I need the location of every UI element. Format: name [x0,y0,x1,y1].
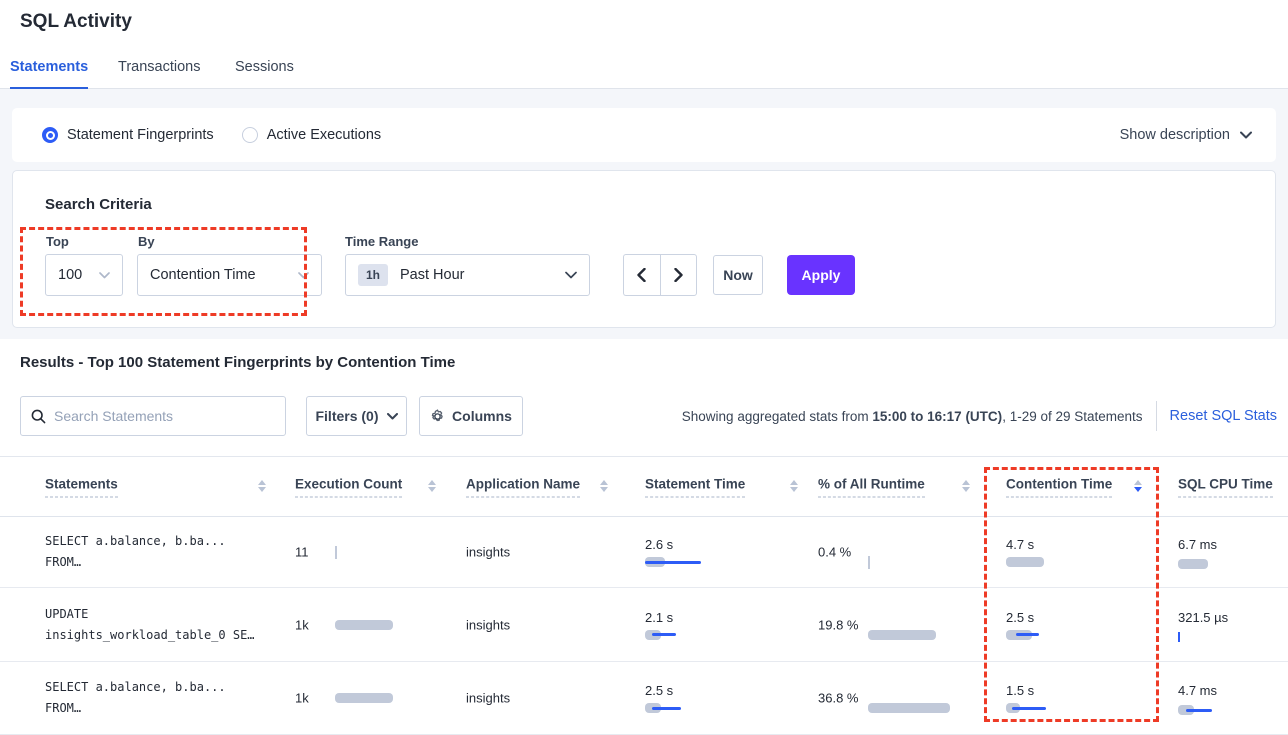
tab-transactions[interactable]: Transactions [118,59,200,87]
contention-time-cell: 2.5 s [1006,610,1098,640]
col-header-sql-cpu-time[interactable]: SQL CPU Time [1178,476,1273,497]
radio-label: Statement Fingerprints [67,127,214,143]
statement-fingerprint[interactable]: UPDATEinsights_workload_table_0 SE… [45,604,255,646]
col-header-statement-time[interactable]: Statement Time [645,476,745,497]
sql-cpu-time-cell: 321.5 µs [1178,608,1270,642]
filters-button[interactable]: Filters (0) [306,396,407,436]
search-icon [31,409,46,424]
statement-time-cell: 2.5 s [645,683,737,713]
top-select[interactable]: 100 [45,254,123,296]
results-title: Results - Top 100 Statement Fingerprints… [20,354,455,371]
apply-button[interactable]: Apply [787,255,855,295]
col-header-application-name[interactable]: Application Name [466,476,580,497]
table-row[interactable]: SELECT a.balance, b.ba...FROM… 11 insigh… [0,517,1288,588]
top-label: Top [46,234,69,249]
execution-count-value: 1k [295,617,309,632]
pct-runtime-value: 19.8 % [818,615,866,634]
results-toolbar: Filters (0) Columns Showing aggregated s… [0,396,1288,436]
tab-statements[interactable]: Statements [10,59,88,90]
chevron-down-icon [298,272,309,279]
by-select-value: Contention Time [150,267,256,283]
page-title: SQL Activity [20,11,132,33]
time-prev-button[interactable] [623,254,660,296]
time-next-button[interactable] [660,254,698,296]
sort-icon[interactable] [258,480,266,492]
chevron-down-icon [387,413,398,420]
table-header-row: Statements Execution Count Application N… [0,456,1288,517]
columns-button[interactable]: Columns [419,396,523,436]
table-row[interactable]: SELECT a.balance, b.ba...FROM… 1k insigh… [0,662,1288,735]
execution-count-value: 11 [295,545,309,560]
pct-runtime-bar [868,557,960,567]
pct-runtime-bar [868,630,960,640]
top-select-value: 100 [58,267,82,283]
by-label: By [138,234,155,249]
col-header-pct-runtime[interactable]: % of All Runtime [818,476,925,497]
sql-cpu-time-cell: 6.7 ms [1178,535,1270,569]
sql-activity-page: SQL Activity Statements Transactions Ses… [0,0,1288,735]
statement-fingerprint[interactable]: SELECT a.balance, b.ba...FROM… [45,531,226,573]
pct-runtime-bar [868,703,960,713]
tab-sessions[interactable]: Sessions [235,59,294,87]
columns-label: Columns [452,408,512,424]
time-range-value: Past Hour [400,267,464,283]
pct-runtime-value: 0.4 % [818,543,866,562]
by-select[interactable]: Contention Time [137,254,322,296]
sort-icon-active-desc[interactable] [1134,480,1142,492]
statement-time-cell: 2.6 s [645,537,737,567]
view-toggle-card: Statement Fingerprints Active Executions… [12,108,1276,162]
tab-bar: Statements Transactions Sessions [0,56,1288,89]
application-name: insights [466,691,510,706]
application-name: insights [466,545,510,560]
show-description-label: Show description [1120,127,1230,143]
radio-label: Active Executions [267,127,381,143]
sort-icon[interactable] [428,480,436,492]
radio-statement-fingerprints[interactable]: Statement Fingerprints [42,127,214,143]
contention-time-cell: 1.5 s [1006,683,1098,713]
execution-count-value: 1k [295,691,309,706]
time-range-badge: 1h [358,264,388,286]
application-name: insights [466,617,510,632]
chevron-right-icon [674,268,683,282]
statement-fingerprint[interactable]: SELECT a.balance, b.ba...FROM… [45,677,226,719]
time-range-label: Time Range [345,234,418,249]
radio-active-executions[interactable]: Active Executions [242,127,381,143]
search-criteria-title: Search Criteria [45,196,152,213]
contention-time-cell: 4.7 s [1006,537,1098,567]
showing-stats-text: Showing aggregated stats from 15:00 to 1… [682,409,1143,424]
filters-label: Filters (0) [315,408,378,424]
chevron-down-icon [1240,131,1252,139]
search-statements-box [20,396,286,436]
chevron-down-icon [565,271,577,279]
time-range-select[interactable]: 1h Past Hour [345,254,590,296]
col-header-contention-time[interactable]: Contention Time [1006,476,1112,497]
gear-icon [430,409,445,424]
execution-count-bar [335,620,427,630]
table-row[interactable]: UPDATEinsights_workload_table_0 SE… 1k i… [0,588,1288,662]
sort-icon[interactable] [962,480,970,492]
chevron-down-icon [99,272,110,279]
sql-cpu-time-cell: 4.7 ms [1178,681,1270,715]
toolbar-right: Showing aggregated stats from 15:00 to 1… [682,396,1277,436]
search-statements-input[interactable] [54,408,275,424]
radio-unselected-icon [242,127,258,143]
sort-icon[interactable] [600,480,608,492]
chevron-left-icon [637,268,646,282]
time-pager [623,254,697,296]
col-header-statements[interactable]: Statements [45,476,118,497]
statement-time-cell: 2.1 s [645,610,737,640]
show-description-toggle[interactable]: Show description [1120,108,1252,162]
execution-count-bar [335,547,427,557]
col-header-execution-count[interactable]: Execution Count [295,476,402,497]
pct-runtime-value: 36.8 % [818,689,866,708]
vertical-divider [1156,401,1157,431]
now-button[interactable]: Now [713,255,763,295]
radio-selected-icon [42,127,58,143]
reset-sql-stats-link[interactable]: Reset SQL Stats [1170,408,1277,424]
search-criteria-card: Search Criteria Top By Time Range 100 Co… [12,170,1276,328]
sort-icon[interactable] [790,480,798,492]
execution-count-bar [335,693,427,703]
